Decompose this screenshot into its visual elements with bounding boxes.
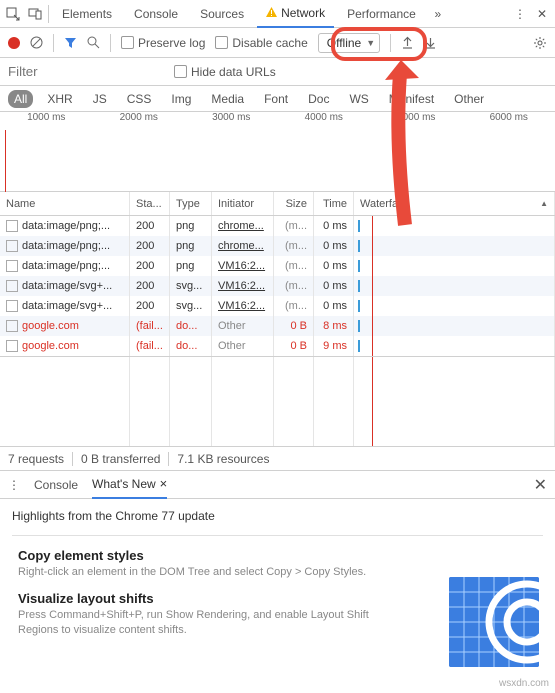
table-row[interactable]: data:image/png;...200pngchrome...(m...0 … bbox=[0, 216, 555, 236]
summary-requests: 7 requests bbox=[8, 452, 64, 466]
table-row[interactable]: data:image/svg+...200svg...VM16:2...(m..… bbox=[0, 296, 555, 316]
tab-console[interactable]: Console bbox=[125, 0, 187, 28]
file-icon bbox=[6, 340, 18, 352]
summary-transferred: 0 B transferred bbox=[81, 452, 160, 466]
type-filter-doc[interactable]: Doc bbox=[302, 90, 335, 108]
file-icon bbox=[6, 220, 18, 232]
drawer-tab-whatsnew[interactable]: What's New× bbox=[92, 471, 167, 499]
preserve-log-checkbox[interactable]: Preserve log bbox=[121, 36, 205, 50]
tab-sources[interactable]: Sources bbox=[191, 0, 253, 28]
tab-network[interactable]: Network bbox=[257, 0, 334, 28]
type-filter-media[interactable]: Media bbox=[205, 90, 250, 108]
request-table-header: Name Sta... Type Initiator Size Time Wat… bbox=[0, 192, 555, 216]
clear-icon[interactable] bbox=[30, 36, 43, 49]
drawer-close-icon[interactable]: ✕ bbox=[534, 475, 547, 495]
download-har-icon[interactable] bbox=[424, 36, 437, 49]
file-icon bbox=[6, 260, 18, 272]
filter-icon[interactable] bbox=[64, 36, 77, 49]
filter-bar: Hide data URLs bbox=[0, 58, 555, 86]
chevron-down-icon: ▼ bbox=[366, 38, 375, 48]
drawer-menu-icon[interactable]: ⋮ bbox=[8, 478, 20, 492]
feature-copy-styles: Copy element styles Right-click an eleme… bbox=[18, 548, 543, 579]
type-filter-all[interactable]: All bbox=[8, 90, 33, 108]
header-time[interactable]: Time bbox=[314, 192, 354, 215]
file-icon bbox=[6, 300, 18, 312]
tab-elements[interactable]: Elements bbox=[53, 0, 121, 28]
drawer-body: Highlights from the Chrome 77 update Cop… bbox=[0, 499, 555, 655]
device-toggle-icon[interactable] bbox=[26, 5, 44, 23]
network-toolbar: Preserve log Disable cache Offline▼ bbox=[0, 28, 555, 58]
watermark: wsxdn.com bbox=[499, 678, 549, 689]
table-row[interactable]: data:image/png;...200pngVM16:2...(m...0 … bbox=[0, 256, 555, 276]
inspect-icon[interactable] bbox=[4, 5, 22, 23]
header-size[interactable]: Size bbox=[274, 192, 314, 215]
file-icon bbox=[6, 280, 18, 292]
hide-data-urls-checkbox[interactable]: Hide data URLs bbox=[174, 65, 276, 79]
drawer-tab-console[interactable]: Console bbox=[34, 471, 78, 499]
file-icon bbox=[6, 320, 18, 332]
type-filter-js[interactable]: JS bbox=[87, 90, 113, 108]
settings-icon[interactable] bbox=[533, 36, 547, 50]
close-tab-icon[interactable]: × bbox=[160, 476, 168, 491]
warning-icon bbox=[266, 7, 277, 18]
tab-performance[interactable]: Performance bbox=[338, 0, 425, 28]
type-filter-img[interactable]: Img bbox=[165, 90, 197, 108]
type-filter-xhr[interactable]: XHR bbox=[41, 90, 78, 108]
table-row[interactable]: data:image/png;...200pngchrome...(m...0 … bbox=[0, 236, 555, 256]
close-devtools-icon[interactable]: ✕ bbox=[533, 5, 551, 23]
header-waterfall[interactable]: Waterfall▲ bbox=[354, 192, 555, 215]
sort-asc-icon: ▲ bbox=[540, 199, 548, 208]
devtools-tabs: Elements Console Sources Network Perform… bbox=[0, 0, 555, 28]
header-name[interactable]: Name bbox=[0, 192, 130, 215]
summary-resources: 7.1 KB resources bbox=[177, 452, 269, 466]
file-icon bbox=[6, 240, 18, 252]
more-tabs-icon[interactable]: » bbox=[429, 5, 447, 23]
search-icon[interactable] bbox=[87, 36, 100, 49]
type-filter-css[interactable]: CSS bbox=[121, 90, 158, 108]
filter-input[interactable] bbox=[4, 62, 164, 82]
table-row[interactable]: data:image/svg+...200svg...VM16:2...(m..… bbox=[0, 276, 555, 296]
record-icon[interactable] bbox=[8, 37, 20, 49]
type-filter-ws[interactable]: WS bbox=[343, 90, 374, 108]
upload-har-icon[interactable] bbox=[401, 36, 414, 49]
type-filter-font[interactable]: Font bbox=[258, 90, 294, 108]
type-filters: All XHR JS CSS Img Media Font Doc WS Man… bbox=[0, 86, 555, 112]
timeline-ticks: 1000 ms 2000 ms 3000 ms 4000 ms 5000 ms … bbox=[0, 112, 555, 130]
timeline-overview[interactable]: 1000 ms 2000 ms 3000 ms 4000 ms 5000 ms … bbox=[0, 112, 555, 192]
disable-cache-checkbox[interactable]: Disable cache bbox=[215, 36, 307, 50]
type-filter-other[interactable]: Other bbox=[448, 90, 490, 108]
header-type[interactable]: Type bbox=[170, 192, 212, 215]
header-initiator[interactable]: Initiator bbox=[212, 192, 274, 215]
whatsnew-heading: Highlights from the Chrome 77 update bbox=[12, 509, 543, 523]
table-filler bbox=[0, 357, 555, 447]
header-status[interactable]: Sta... bbox=[130, 192, 170, 215]
table-row[interactable]: google.com(fail...do...Other0 B9 ms bbox=[0, 336, 555, 356]
table-row[interactable]: google.com(fail...do...Other0 B8 ms bbox=[0, 316, 555, 336]
throttle-select[interactable]: Offline▼ bbox=[318, 33, 380, 53]
feature-thumbnail bbox=[449, 577, 539, 667]
drawer-tabs: ⋮ Console What's New× ✕ bbox=[0, 471, 555, 499]
summary-bar: 7 requests 0 B transferred 7.1 KB resour… bbox=[0, 447, 555, 471]
kebab-menu-icon[interactable]: ⋮ bbox=[511, 5, 529, 23]
request-table-body: data:image/png;...200pngchrome...(m...0 … bbox=[0, 216, 555, 357]
type-filter-manifest[interactable]: Manifest bbox=[383, 90, 440, 108]
